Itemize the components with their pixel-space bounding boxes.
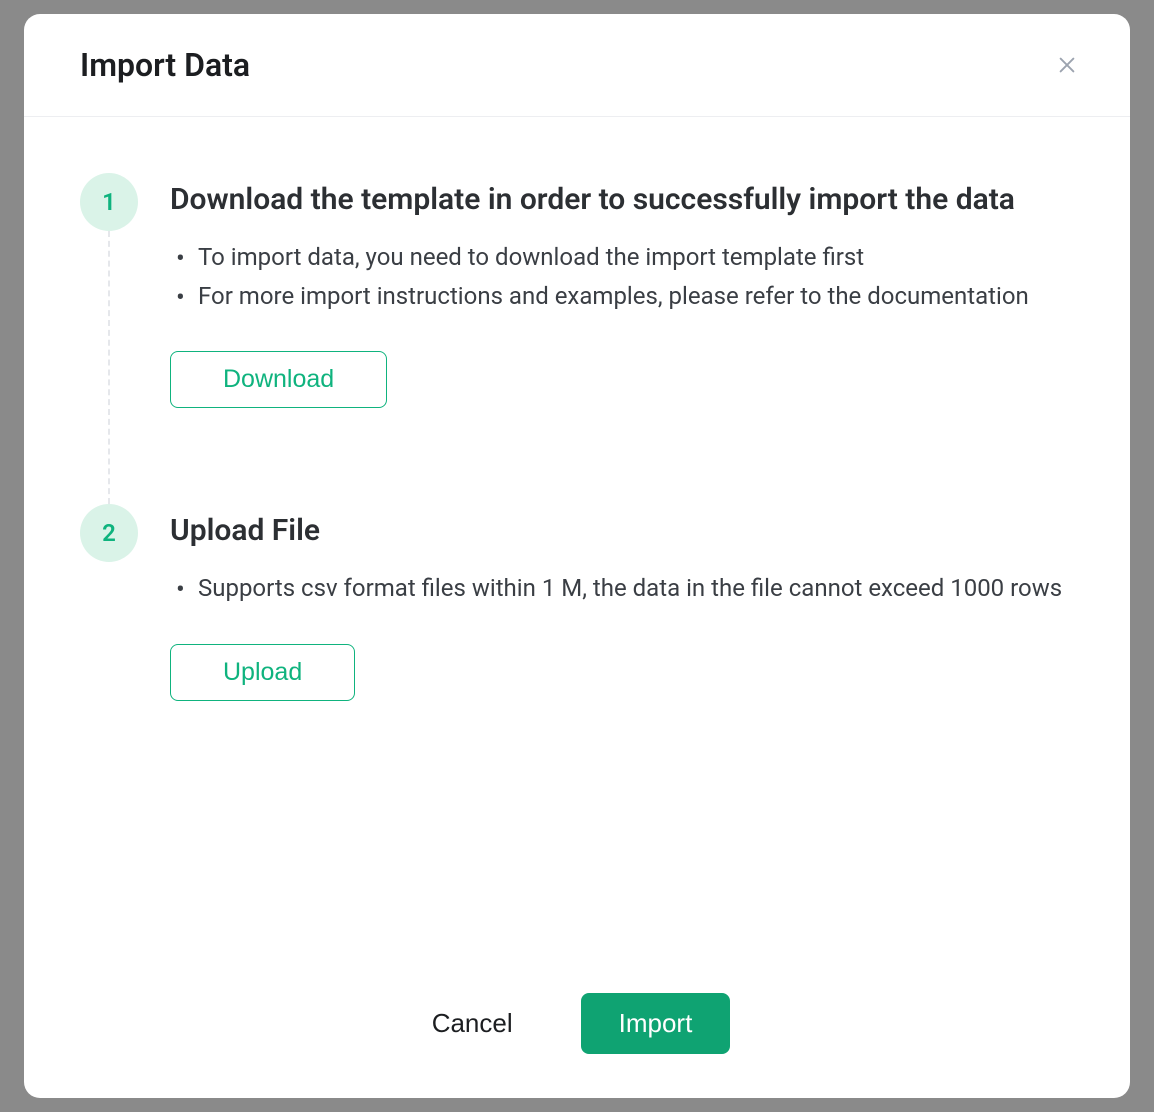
step-bullets: To import data, you need to download the… — [170, 239, 1074, 315]
modal-body: 1 Download the template in order to succ… — [24, 117, 1130, 953]
step-title: Upload File — [170, 510, 1074, 552]
step-bullets: Supports csv format files within 1 M, th… — [170, 570, 1074, 607]
modal-footer: Cancel Import — [24, 953, 1130, 1098]
download-button[interactable]: Download — [170, 351, 387, 408]
step-number: 1 — [80, 173, 138, 231]
step-upload: 2 Upload File Supports csv format files … — [80, 504, 1074, 700]
import-data-modal: Import Data 1 Download the template in o… — [24, 14, 1130, 1098]
close-icon — [1056, 54, 1078, 76]
cancel-button[interactable]: Cancel — [424, 996, 521, 1051]
step-title: Download the template in order to succes… — [170, 179, 1074, 221]
bullet-item: Supports csv format files within 1 M, th… — [170, 570, 1074, 607]
import-button[interactable]: Import — [581, 993, 731, 1054]
step-content: Upload File Supports csv format files wi… — [170, 504, 1074, 700]
steps-container: 1 Download the template in order to succ… — [80, 173, 1074, 701]
step-content: Download the template in order to succes… — [170, 173, 1074, 408]
step-number: 2 — [80, 504, 138, 562]
upload-button[interactable]: Upload — [170, 644, 355, 701]
bullet-item: For more import instructions and example… — [170, 278, 1074, 315]
bullet-item: To import data, you need to download the… — [170, 239, 1074, 276]
modal-title: Import Data — [80, 46, 250, 84]
step-download: 1 Download the template in order to succ… — [80, 173, 1074, 504]
close-button[interactable] — [1048, 46, 1086, 84]
modal-header: Import Data — [24, 14, 1130, 117]
